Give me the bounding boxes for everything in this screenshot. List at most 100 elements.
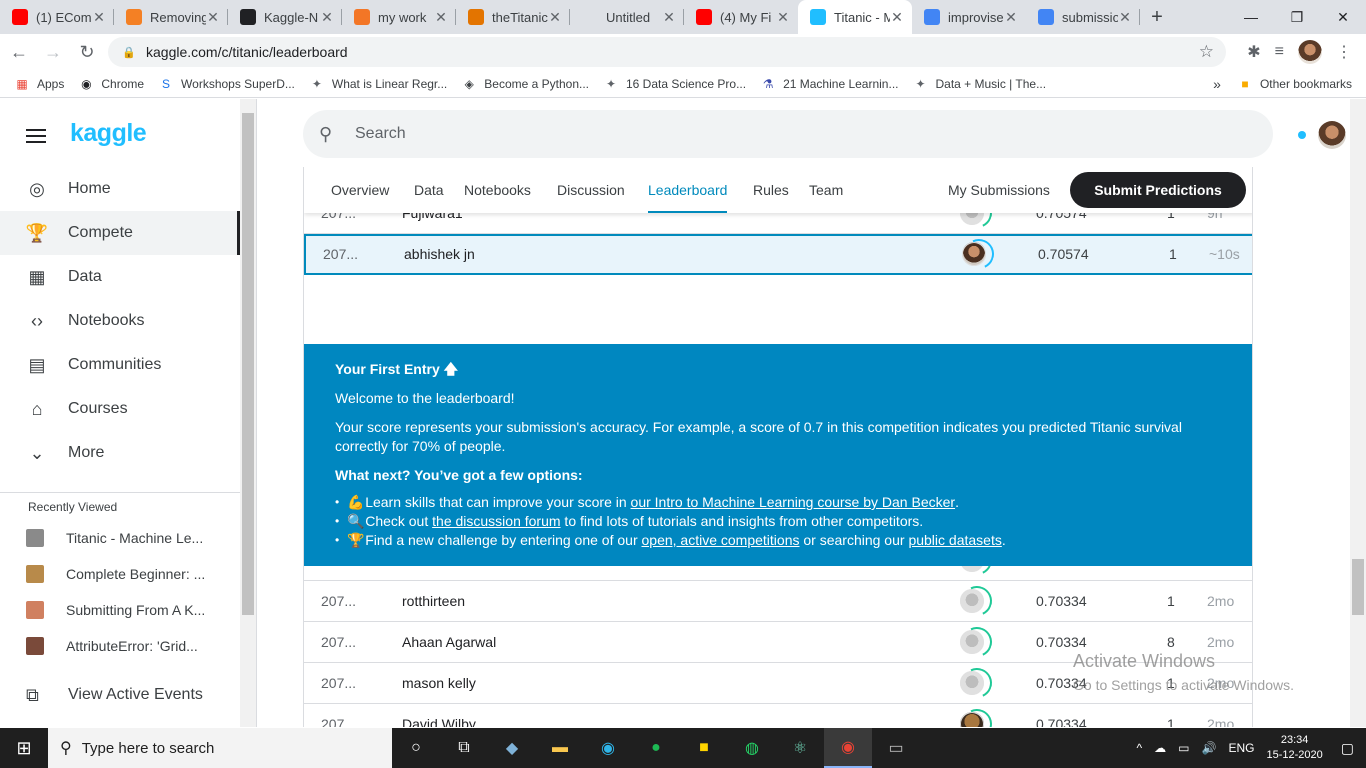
tray-chevron-icon[interactable]: ^ — [1137, 741, 1143, 755]
sidebar-item-data[interactable]: ▦ Data — [0, 255, 240, 299]
more-bookmarks-button[interactable]: » — [1213, 76, 1221, 92]
team-avatar[interactable] — [960, 671, 984, 695]
browser-tab[interactable]: (4) My Fi ✕ — [684, 0, 798, 34]
close-icon[interactable]: ✕ — [548, 9, 562, 26]
tab-discussion[interactable]: Discussion — [557, 167, 625, 213]
team-avatar[interactable] — [962, 242, 986, 266]
intro-ml-course-link[interactable]: our Intro to Machine Learning course by … — [631, 493, 956, 512]
close-icon[interactable]: ✕ — [434, 9, 448, 26]
browser-tab[interactable]: theTitanic ✕ — [456, 0, 570, 34]
close-icon[interactable]: ✕ — [92, 9, 106, 26]
table-row[interactable]: 207... David Wilby 0.70334 1 2mo — [304, 704, 1252, 727]
profile-avatar[interactable] — [1298, 40, 1322, 64]
whatsapp-icon[interactable]: ◍ — [728, 728, 776, 768]
extensions-icon[interactable]: ✱ — [1247, 42, 1260, 62]
notifications-icon[interactable]: ▢ — [1341, 740, 1354, 757]
other-bookmarks-folder[interactable]: ■ Other bookmarks — [1237, 76, 1352, 92]
bookmark-item[interactable]: ✦ Data + Music | The... — [912, 76, 1046, 92]
public-datasets-link[interactable]: public datasets — [908, 531, 1001, 550]
clock[interactable]: 23:34 15-12-2020 — [1266, 733, 1322, 763]
close-icon[interactable]: ✕ — [1004, 9, 1018, 26]
table-row[interactable]: 207... abhishek jn 0.70574 1 ~10s — [304, 234, 1252, 275]
bookmark-item[interactable]: ◉ Chrome — [78, 76, 144, 92]
spotify-icon[interactable]: ● — [632, 728, 680, 768]
close-icon[interactable]: ✕ — [776, 9, 790, 26]
sidebar-item-home[interactable]: ◎ Home — [0, 167, 240, 211]
recent-item[interactable]: Titanic - Machine Le... — [0, 520, 240, 556]
tab-rules[interactable]: Rules — [753, 167, 789, 213]
close-icon[interactable]: ✕ — [206, 9, 220, 26]
sidebar-item-courses[interactable]: ⌂ Courses — [0, 387, 240, 431]
browser-tab[interactable]: Removing ✕ — [114, 0, 228, 34]
windows-start-icon[interactable]: ⊞ — [0, 728, 48, 768]
sidebar-item-more[interactable]: ⌄ More — [0, 431, 240, 475]
bookmark-item[interactable]: S Workshops SuperD... — [158, 76, 295, 92]
task-view-icon[interactable]: ⧉ — [440, 728, 488, 768]
menu-icon[interactable]: ⋮ — [1336, 42, 1352, 62]
tab-data[interactable]: Data — [414, 167, 444, 213]
sidebar-item-communities[interactable]: ▤ Communities — [0, 343, 240, 387]
tab-leaderboard[interactable]: Leaderboard — [648, 167, 728, 213]
sidebar-item-compete[interactable]: 🏆 Compete — [0, 211, 240, 255]
media-icon[interactable]: ≡ — [1275, 43, 1284, 61]
atom-icon[interactable]: ⚛ — [776, 728, 824, 768]
table-row[interactable]: 207... rotthirteen 0.70334 1 2mo — [304, 581, 1252, 622]
active-competitions-link[interactable]: open, active competitions — [642, 531, 800, 550]
kaggle-logo[interactable]: kaggle — [70, 119, 147, 148]
edge-icon[interactable]: ◉ — [584, 728, 632, 768]
close-icon[interactable]: ✕ — [890, 9, 904, 26]
volume-icon[interactable]: 🔊 — [1202, 741, 1217, 755]
back-icon[interactable]: ← — [4, 37, 34, 67]
tab-notebooks[interactable]: Notebooks — [464, 167, 531, 213]
recent-item[interactable]: Submitting From A K... — [0, 592, 240, 628]
cortana-icon[interactable]: ○ — [392, 728, 440, 768]
file-explorer-icon[interactable]: ▬ — [536, 728, 584, 768]
maximize-icon[interactable]: ❐ — [1274, 0, 1320, 34]
browser-tab[interactable]: Untitled ✕ — [570, 0, 684, 34]
hamburger-menu-icon[interactable] — [26, 129, 46, 143]
bookmark-item[interactable]: ✦ What is Linear Regr... — [309, 76, 447, 92]
close-icon[interactable]: ✕ — [662, 9, 676, 26]
tab-team[interactable]: Team — [809, 167, 843, 213]
team-avatar[interactable] — [960, 589, 984, 613]
minimize-icon[interactable]: — — [1228, 0, 1274, 34]
team-avatar[interactable] — [960, 712, 984, 727]
close-icon[interactable]: ✕ — [1118, 9, 1132, 26]
recent-item[interactable]: AttributeError: 'Grid... — [0, 628, 240, 664]
search-input[interactable]: ⚲ Search — [303, 110, 1273, 158]
address-bar[interactable]: 🔒 kaggle.com/c/titanic/leaderboard ☆ — [108, 37, 1226, 67]
onedrive-icon[interactable]: ☁ — [1154, 741, 1166, 755]
close-window-icon[interactable]: ✕ — [1320, 0, 1366, 34]
team-avatar[interactable] — [960, 630, 984, 654]
browser-tab[interactable]: Titanic - M ✕ — [798, 0, 912, 34]
sidebar-item-notebooks[interactable]: ‹› Notebooks — [0, 299, 240, 343]
browser-tab[interactable]: Kaggle-N ✕ — [228, 0, 342, 34]
tab-overview[interactable]: Overview — [331, 167, 389, 213]
discussion-forum-link[interactable]: the discussion forum — [432, 512, 560, 531]
view-active-events-link[interactable]: ⧉ View Active Events — [0, 677, 240, 713]
bookmark-item[interactable]: ▦ Apps — [14, 76, 64, 92]
recent-item[interactable]: Complete Beginner: ... — [0, 556, 240, 592]
close-icon[interactable]: ✕ — [320, 9, 334, 26]
chrome-taskbar-icon[interactable]: ◉ — [824, 728, 872, 768]
terminal-icon[interactable]: ▭ — [872, 728, 920, 768]
page-scrollbar[interactable] — [1350, 99, 1366, 727]
taskbar-search-input[interactable]: ⚲ Type here to search — [48, 728, 392, 768]
sticky-notes-icon[interactable]: ■ — [680, 728, 728, 768]
bookmark-item[interactable]: ✦ 16 Data Science Pro... — [603, 76, 746, 92]
forward-icon[interactable]: → — [38, 37, 68, 67]
page-scrollbar-thumb[interactable] — [1352, 559, 1364, 615]
app-icon[interactable]: ◆ — [488, 728, 536, 768]
bookmark-star-icon[interactable]: ☆ — [1199, 42, 1214, 62]
browser-tab[interactable]: submissio ✕ — [1026, 0, 1140, 34]
bookmark-item[interactable]: ◈ Become a Python... — [461, 76, 589, 92]
browser-tab[interactable]: (1) EComm✕ — [0, 0, 114, 34]
user-avatar[interactable] — [1318, 121, 1346, 149]
browser-tab[interactable]: improvise ✕ — [912, 0, 1026, 34]
my-submissions-link[interactable]: My Submissions — [948, 167, 1050, 213]
network-icon[interactable]: ▭ — [1178, 741, 1189, 755]
bookmark-item[interactable]: ⚗ 21 Machine Learnin... — [760, 76, 899, 92]
reload-icon[interactable]: ↻ — [72, 37, 102, 67]
new-tab-button[interactable]: + — [1140, 0, 1174, 34]
browser-tab[interactable]: my work ✕ — [342, 0, 456, 34]
